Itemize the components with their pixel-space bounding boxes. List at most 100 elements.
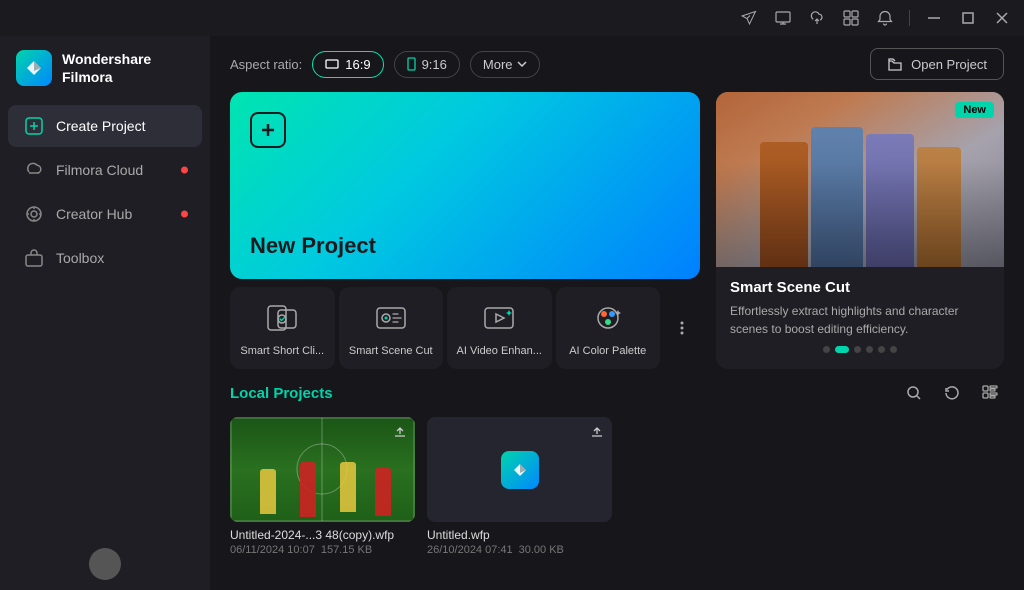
- ai-video-enhance-icon: [480, 299, 518, 337]
- carousel-dot-1[interactable]: [835, 346, 849, 353]
- new-project-card[interactable]: New Project: [230, 92, 700, 279]
- sidebar-bottom: [0, 538, 210, 590]
- aspect-ratio-label: Aspect ratio:: [230, 57, 302, 72]
- app-name: Wondershare Filmora: [62, 50, 151, 86]
- aspect-ratio-9-16[interactable]: 9:16: [394, 51, 460, 78]
- player-red-1: [300, 462, 316, 517]
- logo-area: Wondershare Filmora: [0, 36, 210, 104]
- project-default-icon: [501, 451, 539, 489]
- smart-short-cli-label: Smart Short Cli...: [238, 345, 327, 357]
- aspect-9-16-label: 9:16: [422, 57, 447, 72]
- app-body: Wondershare Filmora Create Project Filmo…: [0, 36, 1024, 590]
- add-project-icon: [250, 112, 286, 148]
- feature-card-smart-scene-cut[interactable]: Smart Scene Cut: [339, 287, 444, 369]
- bell-icon[interactable]: [871, 4, 899, 32]
- right-panel-image: New: [716, 92, 1004, 267]
- smart-scene-cut-label: Smart Scene Cut: [347, 345, 436, 357]
- open-project-button[interactable]: Open Project: [870, 48, 1004, 80]
- more-aspect-button[interactable]: More: [470, 51, 540, 78]
- ai-video-enhance-label: AI Video Enhan...: [455, 345, 544, 357]
- project-thumb-0: [230, 417, 415, 522]
- carousel-dots: [730, 338, 990, 357]
- feature-cards-row: Smart Short Cli... Smart Scene Cut: [230, 287, 700, 369]
- left-hero: New Project Smart Short C: [230, 92, 700, 369]
- sidebar-label-create-project: Create Project: [56, 118, 145, 134]
- aspect-16-9-label: 16:9: [345, 57, 370, 72]
- right-panel-title: Smart Scene Cut: [730, 279, 990, 296]
- search-projects-button[interactable]: [900, 379, 928, 407]
- separator: [909, 10, 910, 26]
- carousel-dot-3[interactable]: [866, 346, 873, 353]
- minimize-button[interactable]: [920, 4, 948, 32]
- more-label: More: [483, 57, 513, 72]
- filmora-cloud-notification-dot: [181, 167, 188, 174]
- ai-color-palette-label: AI Color Palette: [564, 345, 653, 357]
- new-project-title: New Project: [250, 233, 680, 259]
- feature-card-ai-color-palette[interactable]: AI Color Palette: [556, 287, 661, 369]
- aspect-ratio-16-9[interactable]: 16:9: [312, 51, 383, 78]
- project-date-0: 06/11/2024 10:07: [230, 544, 315, 556]
- feature-card-ai-video-enhance[interactable]: AI Video Enhan...: [447, 287, 552, 369]
- right-panel: New Smart Scene Cut Effortlessly extract…: [716, 92, 1004, 369]
- player-red-2: [375, 468, 391, 516]
- creator-hub-notification-dot: [181, 211, 188, 218]
- titlebar-icons: [735, 4, 1016, 32]
- grid-icon[interactable]: [837, 4, 865, 32]
- sidebar-label-creator-hub: Creator Hub: [56, 206, 132, 222]
- player-yellow-2: [340, 462, 356, 512]
- project-card-0[interactable]: Untitled-2024-...3 48(copy).wfp 06/11/20…: [230, 417, 415, 556]
- sidebar-item-create-project[interactable]: Create Project: [8, 105, 202, 147]
- sidebar-item-filmora-cloud[interactable]: Filmora Cloud: [8, 149, 202, 191]
- refresh-projects-button[interactable]: [938, 379, 966, 407]
- project-meta-0: 06/11/2024 10:07 157.15 KB: [230, 544, 415, 556]
- new-badge: New: [955, 102, 994, 118]
- carousel-dot-2[interactable]: [854, 346, 861, 353]
- monitor-icon[interactable]: [769, 4, 797, 32]
- local-projects-title: Local Projects: [230, 385, 333, 402]
- smart-scene-cut-icon: [372, 299, 410, 337]
- carousel-dot-4[interactable]: [878, 346, 885, 353]
- upload-cloud-icon[interactable]: [803, 4, 831, 32]
- field-lines: [230, 417, 415, 522]
- titlebar: [0, 0, 1024, 36]
- open-project-label: Open Project: [911, 57, 987, 72]
- ai-color-palette-icon: [589, 299, 627, 337]
- project-name-0: Untitled-2024-...3 48(copy).wfp: [230, 528, 415, 542]
- project-size-1: 30.00 KB: [519, 544, 564, 556]
- project-size-0: 157.15 KB: [321, 544, 372, 556]
- user-avatar[interactable]: [89, 548, 121, 580]
- smart-short-cli-icon: [263, 299, 301, 337]
- main-content: Aspect ratio: 16:9 9:16 More: [210, 36, 1024, 590]
- more-features-button[interactable]: [664, 287, 700, 369]
- upload-icon-1: [590, 425, 604, 442]
- local-projects-section: Local Projects: [210, 379, 1024, 590]
- project-card-1[interactable]: Untitled.wfp 26/10/2024 07:41 30.00 KB: [427, 417, 612, 556]
- projects-grid: Untitled-2024-...3 48(copy).wfp 06/11/20…: [230, 417, 1004, 556]
- project-meta-1: 26/10/2024 07:41 30.00 KB: [427, 544, 612, 556]
- project-name-1: Untitled.wfp: [427, 528, 612, 542]
- image-overlay: [716, 92, 1004, 267]
- local-projects-header: Local Projects: [230, 379, 1004, 407]
- hero-area: New Project Smart Short C: [210, 92, 1024, 379]
- sidebar-label-filmora-cloud: Filmora Cloud: [56, 162, 143, 178]
- view-toggle-button[interactable]: [976, 379, 1004, 407]
- player-yellow-1: [260, 469, 276, 514]
- aspect-ratio-area: Aspect ratio: 16:9 9:16 More: [230, 51, 540, 78]
- sidebar-item-toolbox[interactable]: Toolbox: [8, 237, 202, 279]
- maximize-button[interactable]: [954, 4, 982, 32]
- sidebar-item-creator-hub[interactable]: Creator Hub: [8, 193, 202, 235]
- sidebar: Wondershare Filmora Create Project Filmo…: [0, 36, 210, 590]
- carousel-dot-5[interactable]: [890, 346, 897, 353]
- feature-card-smart-short-cli[interactable]: Smart Short Cli...: [230, 287, 335, 369]
- app-logo: [16, 50, 52, 86]
- project-thumb-1: [427, 417, 612, 522]
- right-panel-description: Effortlessly extract highlights and char…: [730, 302, 990, 338]
- right-panel-info: Smart Scene Cut Effortlessly extract hig…: [716, 267, 1004, 369]
- sidebar-label-toolbox: Toolbox: [56, 250, 104, 266]
- carousel-dot-0[interactable]: [823, 346, 830, 353]
- close-button[interactable]: [988, 4, 1016, 32]
- project-date-1: 26/10/2024 07:41: [427, 544, 513, 556]
- upload-icon-0: [393, 425, 407, 442]
- send-icon[interactable]: [735, 4, 763, 32]
- local-projects-actions: [900, 379, 1004, 407]
